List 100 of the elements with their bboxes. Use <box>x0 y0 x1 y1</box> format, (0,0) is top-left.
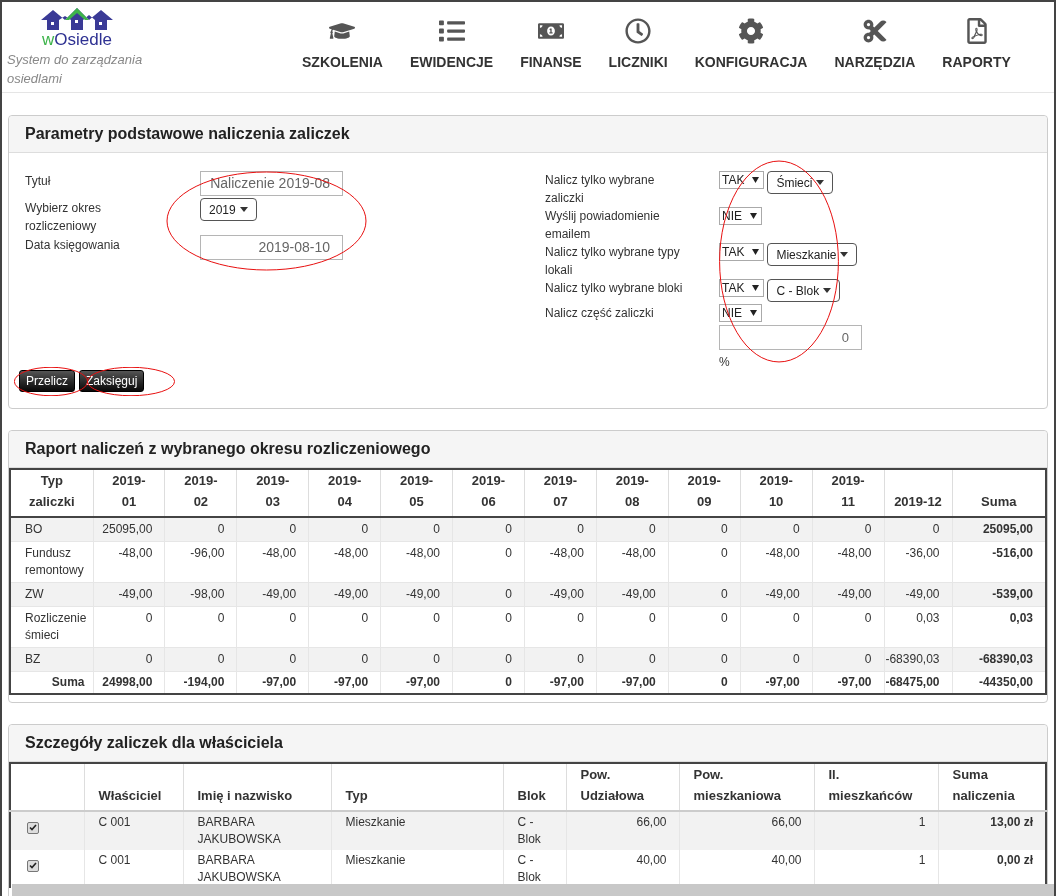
panel-title: Raport naliczeń z wybranego okresu rozliczeniowego <box>25 439 431 459</box>
table-cell: 0,03 <box>884 606 952 648</box>
total-cell: -97,00 <box>524 671 597 694</box>
table-cell: 0 <box>668 606 741 648</box>
caret-icon <box>816 180 825 185</box>
table-cell: 0 <box>236 647 309 672</box>
table-cell: 0 <box>164 647 237 672</box>
nav-item[interactable]: SZKOLENIA <box>302 18 383 73</box>
select-field[interactable]: TAK <box>719 279 765 297</box>
table-cell: BZ <box>10 647 93 672</box>
table-cell: 0 <box>668 517 741 542</box>
table-cell: 0 <box>452 582 525 607</box>
table-cell: 0 <box>164 517 237 542</box>
select-field[interactable]: TAK <box>719 243 765 261</box>
table-cell: 0 <box>93 606 165 648</box>
check-icon <box>29 862 37 869</box>
action-button[interactable]: Przelicz <box>19 370 75 392</box>
table-cell: 0 <box>308 647 381 672</box>
nav-item[interactable]: KONFIGURACJA <box>694 18 808 73</box>
table-cell: 0 <box>524 647 597 672</box>
table-cell: 0 <box>380 606 453 648</box>
table-cell: 0 <box>524 517 597 542</box>
nav-item[interactable]: EWIDENCJE <box>409 18 494 73</box>
caret-icon <box>823 288 832 293</box>
caret-icon <box>239 207 248 212</box>
panel-title: Parametry podstawowe naliczenia zaliczek <box>25 124 350 144</box>
caret-icon <box>752 285 760 291</box>
table-cell: -48,00 <box>236 541 309 583</box>
table-cell: -48,00 <box>740 541 813 583</box>
table-cell: -49,00 <box>308 582 381 607</box>
total-cell: -97,00 <box>596 671 669 694</box>
table-cell: -49,00 <box>596 582 669 607</box>
table-cell: -49,00 <box>740 582 813 607</box>
field-label: Tytuł <box>25 173 52 190</box>
table-cell: 0 <box>380 647 453 672</box>
caret-icon <box>840 252 849 257</box>
table-cell: -48,00 <box>308 541 381 583</box>
table-cell: 0 <box>596 606 669 648</box>
field-label: Nalicz część zaliczki <box>545 305 655 322</box>
table-cell: 0 <box>452 541 525 583</box>
total-cell: Suma <box>10 671 93 694</box>
table-cell: 0 <box>668 647 741 672</box>
table-cell: 0 <box>740 517 813 542</box>
field-label: Wyślij powiadomienie emailem <box>545 208 661 243</box>
text-field[interactable]: 2019-08-10 <box>200 235 343 260</box>
dropdown-button[interactable]: Mieszkanie <box>767 243 858 266</box>
nav-item[interactable]: LICZNIKI <box>608 18 668 73</box>
field-label: Nalicz tylko wybrane typy lokali <box>545 244 681 279</box>
field-label: Wybierz okres rozliczeniowy <box>25 200 102 235</box>
clock-icon <box>625 18 652 44</box>
dropdown-button[interactable]: C - Blok <box>767 279 841 302</box>
table-cell: 0 <box>812 517 884 542</box>
total-cell: 0 <box>668 671 741 694</box>
table-cell: 0 <box>596 517 669 542</box>
table-cell: -49,00 <box>380 582 453 607</box>
dropdown-button[interactable]: Śmieci <box>767 171 834 194</box>
panel-title: Szczegóły zaliczek dla właściciela <box>25 733 283 753</box>
caret-icon <box>752 249 760 255</box>
table-cell: ZW <box>10 582 93 607</box>
table-cell: 0 <box>812 606 884 648</box>
table-cell: 0 <box>308 606 381 648</box>
houses-icon <box>41 8 113 30</box>
tagline: System do zarządzania osiedlami <box>7 51 144 88</box>
select-field[interactable]: TAK <box>719 171 765 189</box>
nav-item[interactable]: FINANSE <box>520 18 582 73</box>
table-cell: 0 <box>668 541 741 583</box>
total-cell: 0 <box>452 671 525 694</box>
total-cell: -97,00 <box>812 671 884 694</box>
unit-label: % <box>719 354 731 371</box>
table-cell: -49,00 <box>812 582 884 607</box>
table-cell: -49,00 <box>524 582 597 607</box>
logo[interactable]: wOsiedle <box>7 8 147 50</box>
scissors-icon <box>861 18 888 44</box>
table-cell: 0 <box>308 517 381 542</box>
row-checkbox[interactable] <box>27 859 39 872</box>
text-field[interactable]: Naliczenie 2019-08 <box>200 171 343 196</box>
table-cell: 0 <box>236 606 309 648</box>
table-cell: -48,00 <box>596 541 669 583</box>
caret-icon <box>750 310 757 316</box>
text-field[interactable]: 0 <box>719 325 862 350</box>
table-cell: -48,00 <box>93 541 165 583</box>
table-cell: -96,00 <box>164 541 237 583</box>
logo-text: wOsiedle <box>42 30 112 50</box>
horizontal-scrollbar[interactable] <box>12 884 1054 896</box>
field-label: Nalicz tylko wybrane zaliczki <box>545 172 656 207</box>
settings-icon <box>738 18 765 44</box>
nav-item[interactable]: NARZĘDZIA <box>834 18 916 73</box>
nav-item[interactable]: RAPORTY <box>942 18 1011 73</box>
table-cell: 0 <box>524 606 597 648</box>
table-cell: 0 <box>380 517 453 542</box>
table-cell: 0 <box>740 606 813 648</box>
table-cell: 0 <box>452 517 525 542</box>
row-checkbox[interactable] <box>27 821 39 834</box>
dropdown-button[interactable]: 2019 <box>200 198 257 221</box>
caret-icon <box>752 177 760 183</box>
table-cell: 0 <box>812 647 884 672</box>
total-cell: -97,00 <box>308 671 381 694</box>
field-label: Data księgowania <box>25 237 121 254</box>
table-cell: -36,00 <box>884 541 952 583</box>
total-cell: -44350,00 <box>952 671 1046 694</box>
